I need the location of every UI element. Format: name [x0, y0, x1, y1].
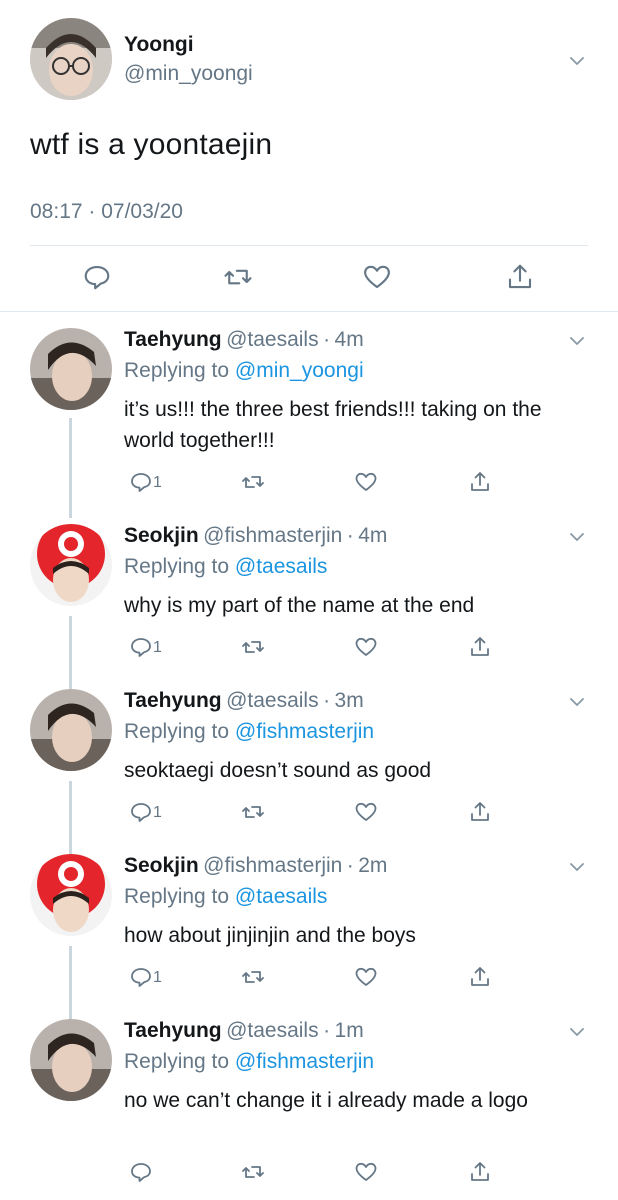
chevron-down-icon[interactable] [570, 334, 584, 348]
reply-count: 1 [153, 969, 162, 986]
replying-to-label: Replying to [124, 720, 230, 743]
retweet-icon[interactable] [223, 262, 253, 292]
share-icon[interactable] [505, 262, 535, 292]
share-icon[interactable] [468, 1160, 492, 1184]
reply-text: no we can’t change it i already made a l… [124, 1089, 528, 1112]
reply-text: it’s us!!! the three best friends!!! tak… [124, 398, 542, 452]
replying-to-label: Replying to [124, 885, 230, 908]
thread-line [69, 616, 72, 690]
reply-author-name[interactable]: Taehyung [124, 1019, 222, 1042]
reply-text: how about jinjinjin and the boys [124, 924, 416, 947]
like-icon[interactable] [362, 262, 392, 292]
reply-author-handle[interactable]: @fishmasterjin [203, 854, 342, 877]
mention-link[interactable]: @taesails [235, 555, 328, 578]
reply-time[interactable]: 1m [335, 1019, 364, 1042]
share-icon[interactable] [468, 635, 492, 659]
separator: · [323, 328, 331, 351]
replying-to-label: Replying to [124, 1050, 230, 1073]
reply-count: 1 [153, 474, 162, 491]
divider [30, 245, 588, 246]
tweet-timestamp[interactable]: 08:17 · 07/03/20 [30, 200, 183, 224]
thread-line [69, 946, 72, 1020]
avatar-seokjin[interactable] [30, 524, 112, 606]
separator: · [346, 854, 354, 877]
reply-icon[interactable] [129, 800, 153, 824]
replying-to: Replying to @fishmasterjin [124, 720, 374, 744]
replying-to: Replying to @taesails [124, 885, 327, 909]
avatar-seokjin[interactable] [30, 854, 112, 936]
avatar-taehyung[interactable] [30, 689, 112, 771]
divider [0, 311, 618, 312]
replying-to: Replying to @taesails [124, 555, 327, 579]
avatar-taehyung[interactable] [30, 328, 112, 410]
chevron-down-icon[interactable] [570, 695, 584, 709]
reply-author-name[interactable]: Seokjin [124, 524, 199, 547]
chevron-down-icon[interactable] [570, 530, 584, 544]
replying-to: Replying to @fishmasterjin [124, 1050, 374, 1074]
replying-to-label: Replying to [124, 555, 230, 578]
replying-to: Replying to @min_yoongi [124, 359, 364, 383]
reply-author-handle[interactable]: @fishmasterjin [203, 524, 342, 547]
chevron-down-icon[interactable] [570, 54, 584, 68]
reply-author-name[interactable]: Seokjin [124, 854, 199, 877]
reply-text: seoktaegi doesn’t sound as good [124, 759, 432, 782]
reply-author-handle[interactable]: @taesails [226, 689, 319, 712]
reply-author-handle[interactable]: @taesails [226, 328, 319, 351]
thread-line [69, 418, 72, 518]
mention-link[interactable]: @min_yoongi [235, 359, 364, 382]
like-icon[interactable] [354, 965, 378, 989]
reply-author-handle[interactable]: @taesails [226, 1019, 319, 1042]
reply-author-name[interactable]: Taehyung [124, 689, 222, 712]
reply-icon[interactable] [129, 965, 153, 989]
mention-link[interactable]: @fishmasterjin [235, 1050, 374, 1073]
retweet-icon[interactable] [241, 965, 265, 989]
separator: · [323, 1019, 331, 1042]
retweet-icon[interactable] [241, 1160, 265, 1184]
like-icon[interactable] [354, 800, 378, 824]
reply-author-name[interactable]: Taehyung [124, 328, 222, 351]
avatar-taehyung[interactable] [30, 1019, 112, 1101]
thread-line [69, 781, 72, 855]
separator: · [323, 689, 331, 712]
reply-time[interactable]: 4m [335, 328, 364, 351]
share-icon[interactable] [468, 800, 492, 824]
reply-count: 1 [153, 639, 162, 656]
reply-count: 1 [153, 804, 162, 821]
chevron-down-icon[interactable] [570, 860, 584, 874]
replying-to-label: Replying to [124, 359, 230, 382]
separator: · [346, 524, 354, 547]
like-icon[interactable] [354, 1160, 378, 1184]
tweet-text: wtf is a yoontaejin [30, 128, 273, 161]
retweet-icon[interactable] [241, 470, 265, 494]
like-icon[interactable] [354, 470, 378, 494]
chevron-down-icon[interactable] [570, 1025, 584, 1039]
reply-icon[interactable] [82, 262, 112, 292]
mention-link[interactable]: @fishmasterjin [235, 720, 374, 743]
reply-time[interactable]: 4m [358, 524, 387, 547]
reply-icon[interactable] [129, 635, 153, 659]
retweet-icon[interactable] [241, 800, 265, 824]
reply-icon[interactable] [129, 1160, 153, 1184]
author-name[interactable]: Yoongi [124, 33, 194, 57]
avatar-yoongi[interactable] [30, 18, 112, 100]
retweet-icon[interactable] [241, 635, 265, 659]
mention-link[interactable]: @taesails [235, 885, 328, 908]
author-handle[interactable]: @min_yoongi [124, 62, 253, 86]
reply-time[interactable]: 3m [335, 689, 364, 712]
like-icon[interactable] [354, 635, 378, 659]
share-icon[interactable] [468, 470, 492, 494]
share-icon[interactable] [468, 965, 492, 989]
reply-icon[interactable] [129, 470, 153, 494]
reply-time[interactable]: 2m [358, 854, 387, 877]
reply-text: why is my part of the name at the end [124, 594, 475, 617]
